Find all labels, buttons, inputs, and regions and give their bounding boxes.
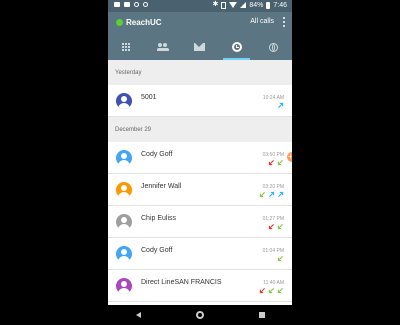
outgoing-call-icon xyxy=(269,191,275,197)
call-direction-icons xyxy=(259,287,284,294)
signal-icon xyxy=(240,2,247,8)
contacts-icon xyxy=(157,43,170,51)
notification-icon xyxy=(124,2,130,7)
contact-name: Jennifer Wall xyxy=(141,183,182,190)
dialpad-icon xyxy=(122,43,131,51)
contact-name: Cody Goff xyxy=(141,151,173,158)
call-filter-dropdown[interactable]: All calls xyxy=(250,18,274,25)
section-header: Yesterday xyxy=(108,60,292,85)
tab-dialpad[interactable] xyxy=(108,34,145,60)
globe-icon xyxy=(269,42,279,52)
incoming-call-icon xyxy=(277,256,283,262)
tab-contacts[interactable] xyxy=(145,34,182,60)
avatar[interactable] xyxy=(116,93,132,109)
avatar[interactable] xyxy=(116,182,132,198)
call-time: 03:20 PM xyxy=(262,184,284,190)
call-log-row[interactable]: Cody Goff 03:50 PM + xyxy=(108,142,292,174)
back-button[interactable] xyxy=(135,312,141,318)
app-header: ReachUC All calls xyxy=(108,12,292,34)
more-options-icon[interactable] xyxy=(283,17,285,27)
call-time: 11:40 AM xyxy=(263,280,284,286)
outgoing-call-icon xyxy=(278,191,284,197)
call-log-row[interactable]: Cody Goff 01:04 PM xyxy=(108,238,292,270)
call-history-list[interactable]: Yesterday 5001 10:24 AM December 29 Cody Gof… xyxy=(108,60,292,305)
messages-icon xyxy=(194,43,206,51)
wifi-icon xyxy=(229,2,238,8)
tab-messages[interactable] xyxy=(182,34,219,60)
app-title: ReachUC xyxy=(126,18,162,27)
tab-history[interactable] xyxy=(218,34,255,60)
tab-web[interactable] xyxy=(255,34,292,60)
incoming-call-icon xyxy=(277,160,283,166)
avatar[interactable] xyxy=(116,214,132,230)
call-time: 01:27 PM xyxy=(262,216,284,222)
section-header: December 29 xyxy=(108,117,292,142)
call-direction-icons xyxy=(268,159,284,166)
avatar[interactable] xyxy=(116,246,132,262)
clock: 7:46 xyxy=(273,1,287,9)
incoming-call-icon xyxy=(268,288,274,294)
missed-call-icon xyxy=(268,224,274,230)
avatar[interactable] xyxy=(116,278,132,294)
call-direction-icons xyxy=(277,255,284,262)
incoming-call-icon xyxy=(277,288,283,294)
phone-screen: ✱ 84% 7:46 ReachUC All calls Yesterday 5… xyxy=(108,0,292,325)
call-log-row[interactable]: Jennifer Wall 03:20 PM xyxy=(108,174,292,206)
outgoing-call-icon xyxy=(278,102,284,108)
call-direction-icons xyxy=(277,102,284,109)
call-time: 10:24 AM xyxy=(262,95,284,101)
incoming-call-icon xyxy=(259,192,265,198)
avatar[interactable] xyxy=(116,150,132,166)
recents-button[interactable] xyxy=(258,312,265,318)
sync-icon xyxy=(134,2,139,7)
call-log-row[interactable]: Direct LineSAN FRANCIS 11:40 AM xyxy=(108,270,292,302)
history-icon xyxy=(231,42,242,52)
call-direction-icons xyxy=(268,223,284,230)
call-direction-icons xyxy=(259,191,284,198)
contact-name: Direct LineSAN FRANCIS xyxy=(141,279,222,286)
incoming-call-icon xyxy=(277,224,283,230)
app-notification-icon xyxy=(143,2,148,7)
status-bar: ✱ 84% 7:46 xyxy=(108,0,292,12)
contact-name: Chip Euliss xyxy=(141,215,177,222)
missed-call-icon xyxy=(268,160,274,166)
call-log-row[interactable]: 5001 10:24 AM xyxy=(108,85,292,117)
system-nav-bar xyxy=(108,305,292,325)
contact-name: Cody Goff xyxy=(141,247,173,254)
presence-status-dot[interactable] xyxy=(116,19,123,26)
battery-percent: 84% xyxy=(249,1,264,9)
main-tabs xyxy=(108,34,292,60)
missed-call-icon xyxy=(259,288,265,294)
battery-icon xyxy=(266,1,271,9)
call-time: 01:04 PM xyxy=(262,248,284,254)
contact-name: 5001 xyxy=(141,94,157,101)
video-icon xyxy=(114,2,120,7)
add-icon[interactable]: + xyxy=(287,152,292,162)
bluetooth-icon: ✱ xyxy=(212,1,219,8)
vibrate-icon xyxy=(221,1,227,9)
call-time: 03:50 PM xyxy=(262,152,284,158)
home-button[interactable] xyxy=(195,311,204,319)
call-log-row[interactable]: Chip Euliss 01:27 PM xyxy=(108,206,292,238)
